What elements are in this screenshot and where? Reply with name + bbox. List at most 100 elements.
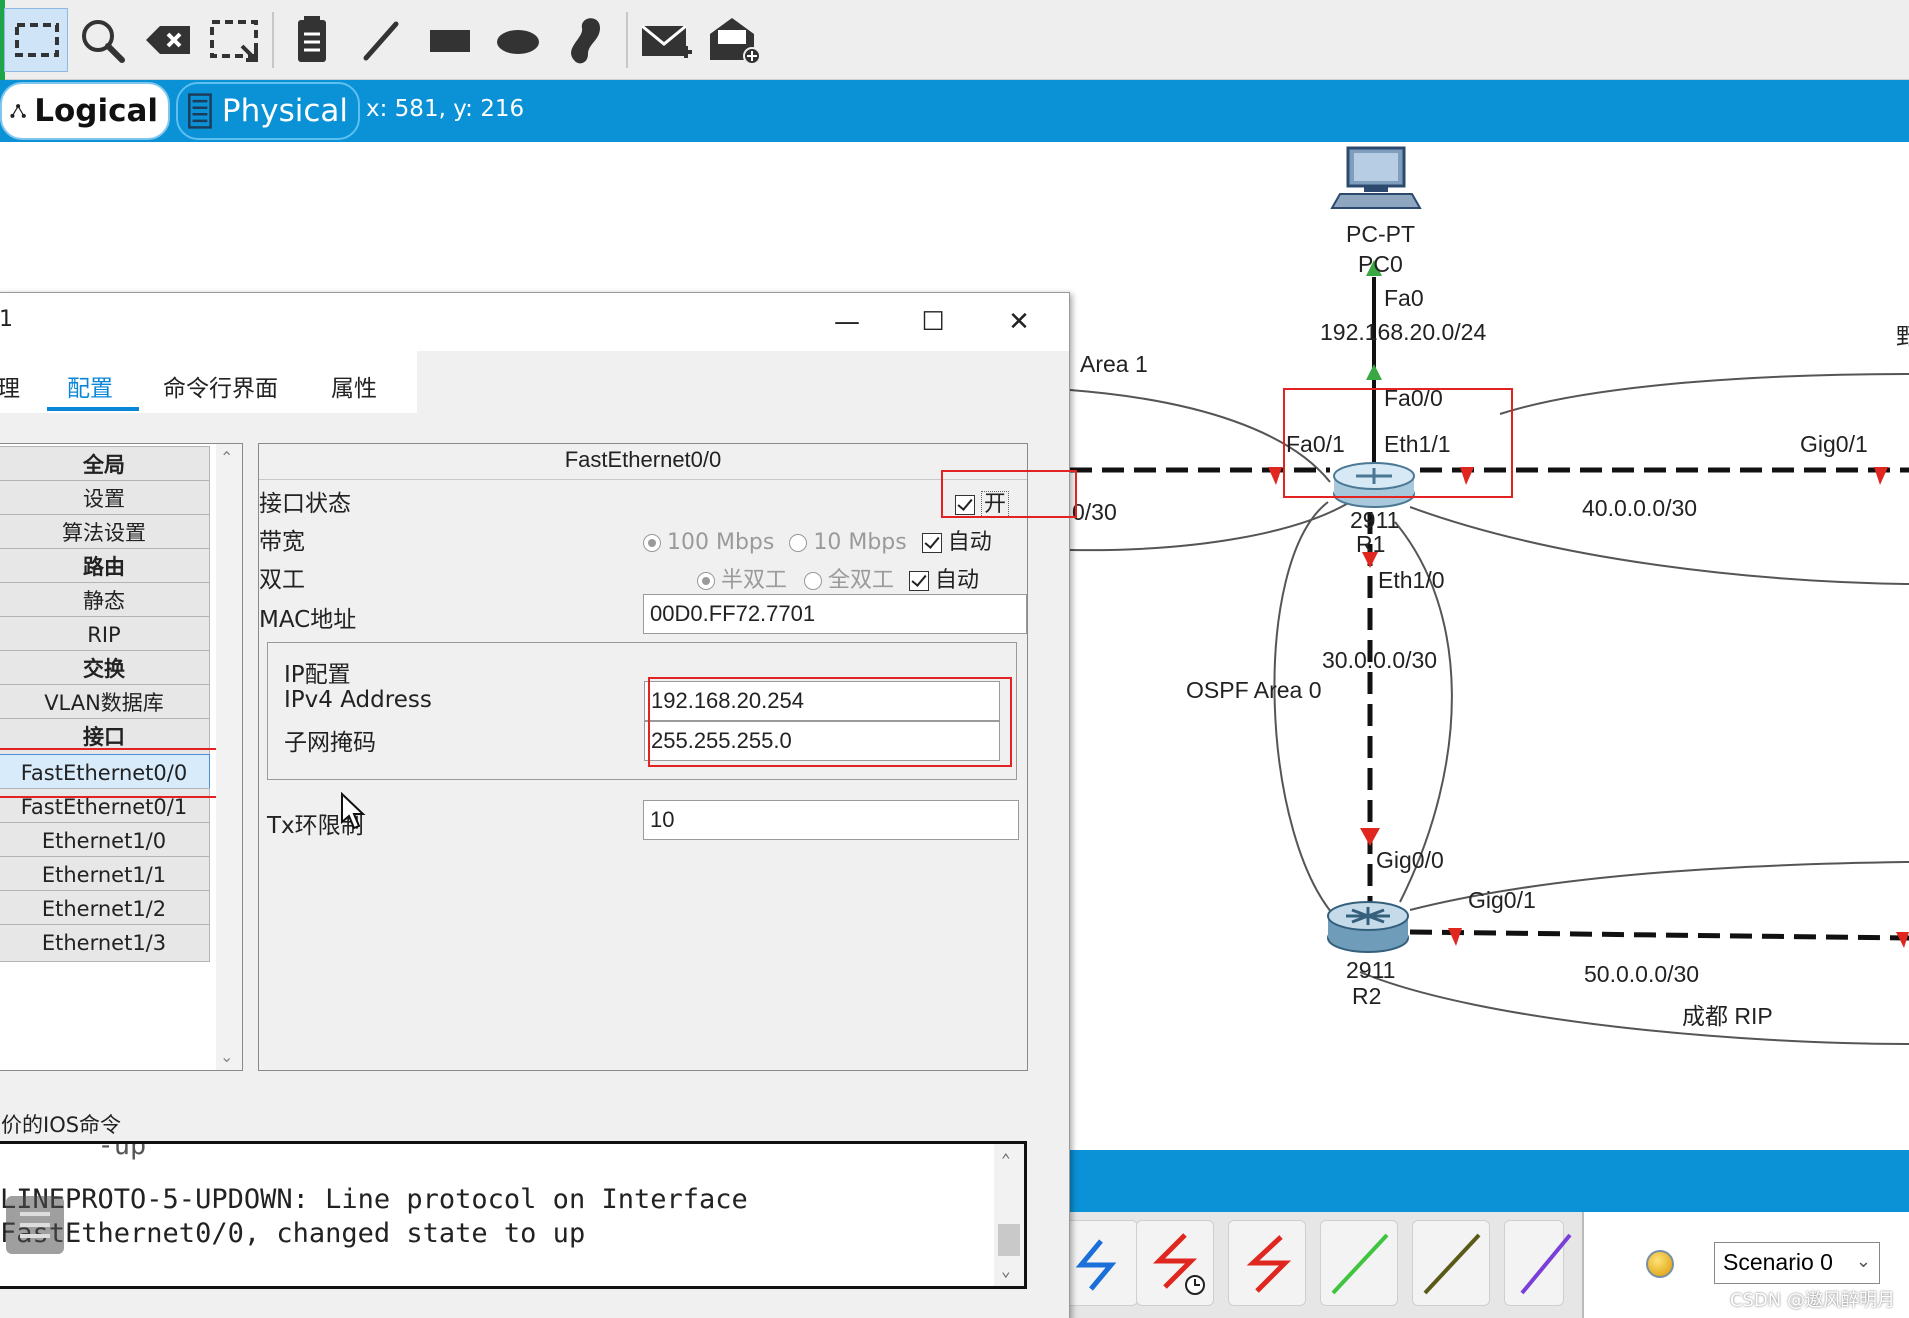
- main-toolbar: [0, 0, 1909, 80]
- tab-cli[interactable]: 命令行界面: [163, 369, 278, 403]
- dialog-titlebar[interactable]: 1 — ☐ ✕: [0, 293, 1069, 351]
- info-icon[interactable]: [1646, 1250, 1674, 1278]
- tab-attributes[interactable]: 属性: [331, 369, 377, 403]
- list-item-algorithm-settings[interactable]: 算法设置: [0, 514, 210, 552]
- scroll-up-icon[interactable]: ⌃: [220, 448, 233, 467]
- bandwidth-100-label: 100 Mbps: [667, 530, 775, 555]
- scenario-value: Scenario 0: [1723, 1249, 1833, 1275]
- list-header-routing[interactable]: 路由: [0, 548, 210, 586]
- add-complex-pdu-icon[interactable]: [702, 8, 766, 72]
- scroll-down-icon[interactable]: ⌄: [220, 1047, 233, 1066]
- mac-address-label: MAC地址: [259, 607, 357, 633]
- dialog-title: 1: [0, 307, 13, 332]
- octal-cable-icon[interactable]: [1320, 1220, 1398, 1306]
- network-label-50: 50.0.0.0/30: [1584, 961, 1699, 987]
- router-r1-icon[interactable]: [1333, 462, 1415, 508]
- scroll-down-icon[interactable]: ⌄: [1001, 1261, 1011, 1280]
- link-status-down-marker: [1360, 828, 1380, 846]
- overlay-menu-icon[interactable]: [6, 1196, 64, 1254]
- router-config-dialog: 1 — ☐ ✕ 理 配置 命令行界面 属性 全局 设置 算法设置 路由 静态 R…: [0, 292, 1077, 1318]
- interface-config-panel: FastEthernet0/0 接口状态 开 带宽 100 Mbps 10 Mb…: [258, 443, 1077, 1071]
- list-item-ethernet1-3[interactable]: Ethernet1/3: [0, 924, 210, 962]
- physical-tab-label: Physical: [221, 93, 348, 129]
- list-item-rip[interactable]: RIP: [0, 616, 210, 654]
- port-status-label: 接口状态: [259, 491, 351, 517]
- list-item-ethernet1-0[interactable]: Ethernet1/0: [0, 822, 210, 860]
- link-status-down-marker: [1448, 928, 1462, 946]
- inspect-icon[interactable]: [70, 8, 134, 72]
- pc0-port-label: Fa0: [1384, 285, 1424, 311]
- list-header-global[interactable]: 全局: [0, 446, 210, 484]
- list-scrollbar[interactable]: ⌃ ⌄: [216, 444, 242, 1070]
- scenario-area: Scenario 0 ⌄ CSDN @遨风醉明月: [1582, 1212, 1909, 1318]
- mac-address-field[interactable]: 00D0.FF72.7701: [643, 594, 1027, 634]
- list-item-vlan-database[interactable]: VLAN数据库: [0, 684, 210, 722]
- r1-eth10-label: Eth1/0: [1378, 567, 1445, 593]
- network-label-192: 192.168.20.0/24: [1320, 319, 1486, 345]
- console-scroll-thumb[interactable]: [998, 1224, 1020, 1256]
- pc0-model-label: PC-PT: [1346, 221, 1415, 247]
- tab-config[interactable]: 配置: [67, 369, 113, 403]
- duplex-auto-checkbox[interactable]: [909, 571, 930, 591]
- half-duplex-label: 半双工: [721, 568, 788, 593]
- router-r2-icon[interactable]: [1327, 901, 1409, 953]
- list-item-static[interactable]: 静态: [0, 582, 210, 620]
- rack-icon: [188, 93, 212, 129]
- list-item-settings[interactable]: 设置: [0, 480, 210, 518]
- serial-dte-clock-cable-icon[interactable]: [1136, 1220, 1214, 1306]
- tab-physical[interactable]: 理: [0, 369, 20, 403]
- bandwidth-auto-checkbox[interactable]: [921, 533, 942, 553]
- cursor-coordinates: x: 581, y: 216: [366, 96, 525, 122]
- tx-ring-limit-field[interactable]: 10: [643, 800, 1019, 840]
- toolbar-separator: [272, 12, 274, 68]
- ios-command-console[interactable]: -up LINEPROTO-5-UPDOWN: Line protocol on…: [0, 1141, 1027, 1289]
- full-duplex-radio[interactable]: [804, 572, 823, 590]
- r2-gig00-label: Gig0/0: [1376, 847, 1444, 873]
- bandwidth-10-label: 10 Mbps: [813, 530, 907, 555]
- ellipse-icon[interactable]: [486, 8, 550, 72]
- logical-workspace-tab[interactable]: Logical: [0, 82, 170, 140]
- scenario-select[interactable]: Scenario 0 ⌄: [1714, 1242, 1880, 1284]
- r1-name-label: R1: [1356, 531, 1385, 557]
- resize-icon[interactable]: [202, 8, 266, 72]
- dialog-tabs: 理 配置 命令行界面 属性: [0, 351, 417, 413]
- packet-tracer-window: Logical Physical x: 581, y: 216 PC-PT PC…: [0, 0, 1909, 1318]
- console-scrollbar[interactable]: ⌃ ⌄: [994, 1144, 1024, 1286]
- serial-dte-cable-icon[interactable]: [1228, 1220, 1306, 1306]
- usb-cable-icon[interactable]: [1504, 1220, 1572, 1306]
- list-item-ethernet1-2[interactable]: Ethernet1/2: [0, 890, 210, 928]
- workspace-mode-bar: Logical Physical x: 581, y: 216: [0, 80, 1909, 142]
- link-status-down-marker: [1460, 467, 1474, 485]
- maximize-icon[interactable]: ☐: [903, 301, 963, 343]
- area-boundary-curve: [1273, 501, 1341, 923]
- note-icon[interactable]: [280, 8, 344, 72]
- console-cable-icon[interactable]: [1412, 1220, 1490, 1306]
- physical-workspace-tab[interactable]: Physical: [176, 82, 360, 140]
- half-duplex-radio[interactable]: [697, 572, 715, 590]
- minimize-icon[interactable]: —: [817, 301, 877, 343]
- watermark-text: CSDN @遨风醉明月: [1729, 1290, 1895, 1311]
- select-icon[interactable]: [4, 8, 68, 72]
- bandwidth-10-radio[interactable]: [789, 534, 808, 552]
- serial-dce-cable-icon[interactable]: [1060, 1220, 1138, 1306]
- freeform-icon[interactable]: [554, 8, 618, 72]
- r1-model-label: 2911: [1350, 507, 1399, 533]
- link-status-down-marker: [1268, 467, 1282, 485]
- link-status-down-marker: [1874, 467, 1888, 485]
- bandwidth-100-radio[interactable]: [643, 534, 661, 552]
- rectangle-icon[interactable]: [418, 8, 482, 72]
- right-edge-label: 野: [1896, 323, 1909, 349]
- pc0-device-icon[interactable]: [1330, 146, 1422, 209]
- delete-icon[interactable]: [136, 8, 200, 72]
- link-r2-gig01[interactable]: [1409, 929, 1909, 941]
- bandwidth-options: 100 Mbps 10 Mbps 自动: [643, 524, 992, 556]
- link-status-up-marker: [1366, 364, 1382, 380]
- line-icon[interactable]: [350, 8, 414, 72]
- config-category-list[interactable]: 全局 设置 算法设置 路由 静态 RIP 交换 VLAN数据库 接口 FastE…: [0, 443, 243, 1071]
- full-duplex-label: 全双工: [828, 568, 895, 593]
- list-item-ethernet1-1[interactable]: Ethernet1/1: [0, 856, 210, 894]
- add-simple-pdu-icon[interactable]: [634, 8, 698, 72]
- list-header-switching[interactable]: 交换: [0, 650, 210, 688]
- scroll-up-icon[interactable]: ⌃: [1001, 1150, 1011, 1169]
- close-icon[interactable]: ✕: [989, 301, 1049, 343]
